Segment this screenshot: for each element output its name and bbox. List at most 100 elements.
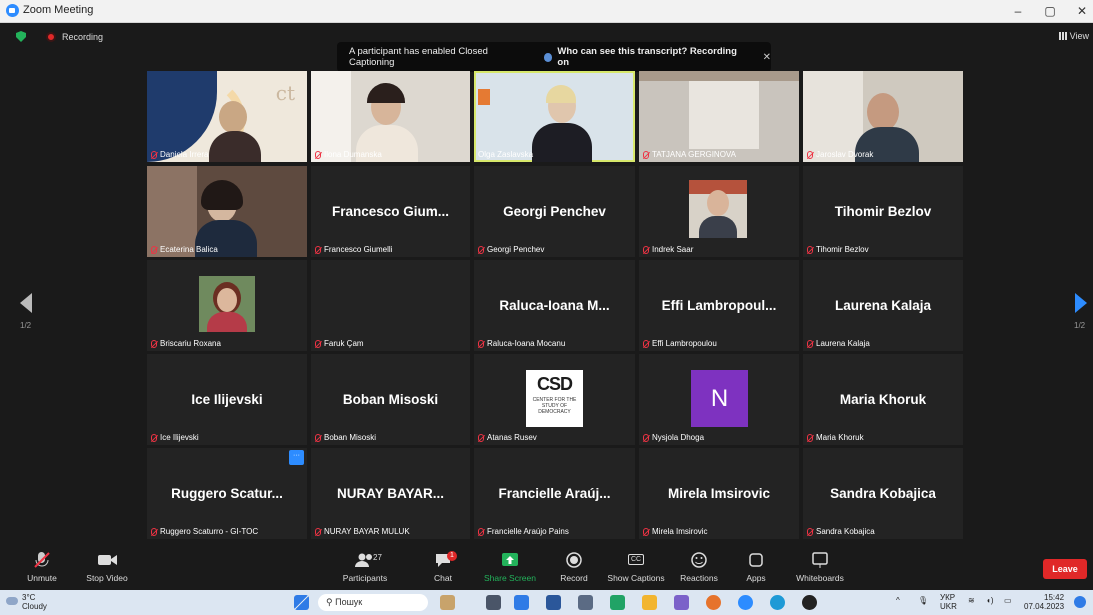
transcript-question-link[interactable]: Who can see this transcript? Recording o… — [557, 46, 744, 68]
page-indicator-left: 1/2 — [20, 321, 32, 330]
reactions-button[interactable]: Reactions — [676, 551, 722, 583]
chrome-icon[interactable] — [706, 595, 721, 610]
video-tile-briscariu-roxana[interactable]: Briscariu Roxana — [147, 260, 307, 351]
participant-caption: Nysjola Dhoga — [643, 433, 704, 442]
video-tile-boban-misoski[interactable]: Boban Misoski Boban Misoski — [311, 354, 470, 445]
chat-app-icon[interactable] — [514, 595, 529, 610]
apps-button[interactable]: Apps — [740, 551, 772, 583]
microphone-tray-icon[interactable]: 🎙 — [918, 596, 928, 605]
video-tile-ice-ilijevski[interactable]: Ice Ilijevski Ice Ilijevski — [147, 354, 307, 445]
video-tile-atanas-rusev[interactable]: CSD CENTER FOR THE STUDY OF DEMOCRACY At… — [474, 354, 635, 445]
view-button[interactable]: View — [1058, 31, 1089, 41]
muted-mic-icon — [643, 339, 649, 348]
participant-caption: Raluca-Ioana Mocanu — [478, 339, 565, 348]
video-tile-raluca-ioana-mocanu[interactable]: Raluca-Ioana M... Raluca-Ioana Mocanu — [474, 260, 635, 351]
muted-mic-icon — [315, 150, 321, 159]
video-tile-indrek-saar[interactable]: Indrek Saar — [639, 166, 799, 257]
participant-caption: Atanas Rusev — [478, 433, 537, 442]
participants-icon: 27 — [335, 551, 395, 569]
video-tile-georgi-penchev[interactable]: Georgi Penchev Georgi Penchev — [474, 166, 635, 257]
video-tile-daniela-irrera[interactable]: ct Daniela Irrera — [147, 71, 307, 162]
video-tile-ruggero-scaturro[interactable]: ··· Ruggero Scatur... Ruggero Scaturro -… — [147, 448, 307, 539]
page-indicator-right: 1/2 — [1074, 321, 1086, 330]
windows-start-icon[interactable] — [294, 595, 309, 610]
muted-mic-icon — [807, 245, 813, 254]
video-tile-olga-zaslavska[interactable]: Olga Zaslavska — [474, 71, 635, 162]
recording-dot-icon — [46, 31, 56, 42]
unmute-button[interactable]: Unmute — [22, 551, 62, 583]
wifi-icon[interactable]: ≋ — [968, 596, 975, 605]
participant-caption: Ilona Dumanska — [315, 150, 382, 159]
participant-name: Francielle Araúj... — [498, 486, 611, 501]
volume-icon[interactable]: ◖) — [986, 596, 994, 605]
weather-widget[interactable]: 3°C Cloudy — [22, 593, 47, 611]
language-indicator[interactable]: УКР UKR — [940, 593, 957, 611]
banner-close-button[interactable]: ✕ — [763, 52, 771, 63]
video-tile-effi-lambropoulou[interactable]: Effi Lambropoul... Effi Lambropoulou — [639, 260, 799, 351]
participant-caption: Ecaterina Balica — [151, 245, 218, 254]
tray-overflow-icon[interactable]: ^ — [896, 596, 900, 605]
whiteboards-button[interactable]: Whiteboards — [792, 551, 848, 583]
participants-button[interactable]: 27 Participants — [335, 551, 395, 583]
excel-icon[interactable] — [610, 595, 625, 610]
previous-page-arrow-icon[interactable] — [20, 293, 32, 313]
word-icon[interactable] — [546, 595, 561, 610]
participant-caption: Ice Ilijevski — [151, 433, 199, 442]
participant-caption: Daniela Irrera — [151, 150, 208, 159]
edge-icon[interactable] — [770, 595, 785, 610]
file-explorer-icon[interactable] — [642, 595, 657, 610]
video-tile-jaroslav-dvorak[interactable]: Jaroslav Dvorak — [803, 71, 963, 162]
avatar-letter: N — [691, 370, 748, 427]
widget-icon[interactable] — [440, 595, 455, 610]
more-options-badge[interactable]: ··· — [289, 450, 304, 465]
taskbar-search[interactable]: ⚲ Пошук — [318, 594, 428, 611]
close-window-button[interactable]: ✕ — [1070, 2, 1093, 20]
video-tile-tatjana-gerginova[interactable]: TATJANA GERGINOVA — [639, 71, 799, 162]
minimize-button[interactable]: – — [1006, 2, 1030, 20]
video-tile-ilona-dumanska[interactable]: Ilona Dumanska — [311, 71, 470, 162]
video-tile-ecaterina-balica[interactable]: Ecaterina Balica — [147, 166, 307, 257]
chat-button[interactable]: 1 Chat — [425, 551, 461, 583]
stop-video-button[interactable]: Stop Video — [82, 551, 132, 583]
muted-mic-icon — [151, 433, 157, 442]
task-view-icon[interactable] — [486, 595, 501, 610]
maximize-button[interactable]: ▢ — [1038, 2, 1062, 20]
video-tile-laurena-kalaja[interactable]: Laurena Kalaja Laurena Kalaja — [803, 260, 963, 351]
video-tile-francielle-araujo-pains[interactable]: Francielle Araúj... Francielle Araújo Pa… — [474, 448, 635, 539]
muted-mic-icon — [151, 339, 157, 348]
video-tile-tihomir-bezlov[interactable]: Tihomir Bezlov Tihomir Bezlov — [803, 166, 963, 257]
battery-icon[interactable]: ▭ — [1004, 596, 1012, 605]
participant-caption: Briscariu Roxana — [151, 339, 221, 348]
participant-name: Francesco Gium... — [331, 204, 450, 219]
zoom-logo-icon — [6, 4, 19, 17]
view-label: View — [1069, 31, 1089, 41]
zoom-taskbar-icon[interactable] — [738, 595, 753, 610]
app-icon[interactable] — [674, 595, 689, 610]
leave-button[interactable]: Leave — [1043, 559, 1087, 579]
video-tile-nysjola-dhoga[interactable]: N Nysjola Dhoga — [639, 354, 799, 445]
participants-count: 27 — [373, 553, 382, 562]
muted-mic-icon — [807, 527, 813, 536]
avatar — [689, 180, 747, 238]
calculator-icon[interactable] — [578, 595, 593, 610]
video-tile-sandra-kobajica[interactable]: Sandra Kobajica Sandra Kobajica — [803, 448, 963, 539]
muted-mic-icon — [478, 527, 484, 536]
video-tile-francesco-giumelli[interactable]: Francesco Gium... Francesco Giumelli — [311, 166, 470, 257]
record-button[interactable]: Record — [552, 551, 596, 583]
participant-caption: Boban Misoski — [315, 433, 376, 442]
media-player-icon[interactable] — [802, 595, 817, 610]
participant-caption: Mirela Imsirovic — [643, 527, 708, 536]
show-captions-button[interactable]: CC Show Captions — [604, 551, 668, 583]
next-page-arrow-icon[interactable] — [1075, 293, 1087, 313]
share-screen-button[interactable]: Share Screen — [480, 551, 540, 583]
muted-mic-icon — [643, 150, 649, 159]
os-taskbar: 3°C Cloudy ⚲ Пошук ^ 🎙 УКР UKR ≋ ◖) ▭ 15:… — [0, 590, 1093, 615]
security-shield-icon[interactable] — [16, 31, 26, 42]
notifications-icon[interactable] — [1074, 596, 1086, 608]
video-tile-nuray-bayar-muluk[interactable]: NURAY BAYAR... NURAY BAYAR MULUK — [311, 448, 470, 539]
video-tile-maria-khoruk[interactable]: Maria Khoruk Maria Khoruk — [803, 354, 963, 445]
participant-caption: Tihomir Bezlov — [807, 245, 869, 254]
video-tile-faruk-cam[interactable]: Faruk Çam — [311, 260, 470, 351]
video-tile-mirela-imsirovic[interactable]: Mirela Imsirovic Mirela Imsirovic — [639, 448, 799, 539]
clock[interactable]: 15:42 07.04.2023 — [1024, 593, 1064, 611]
